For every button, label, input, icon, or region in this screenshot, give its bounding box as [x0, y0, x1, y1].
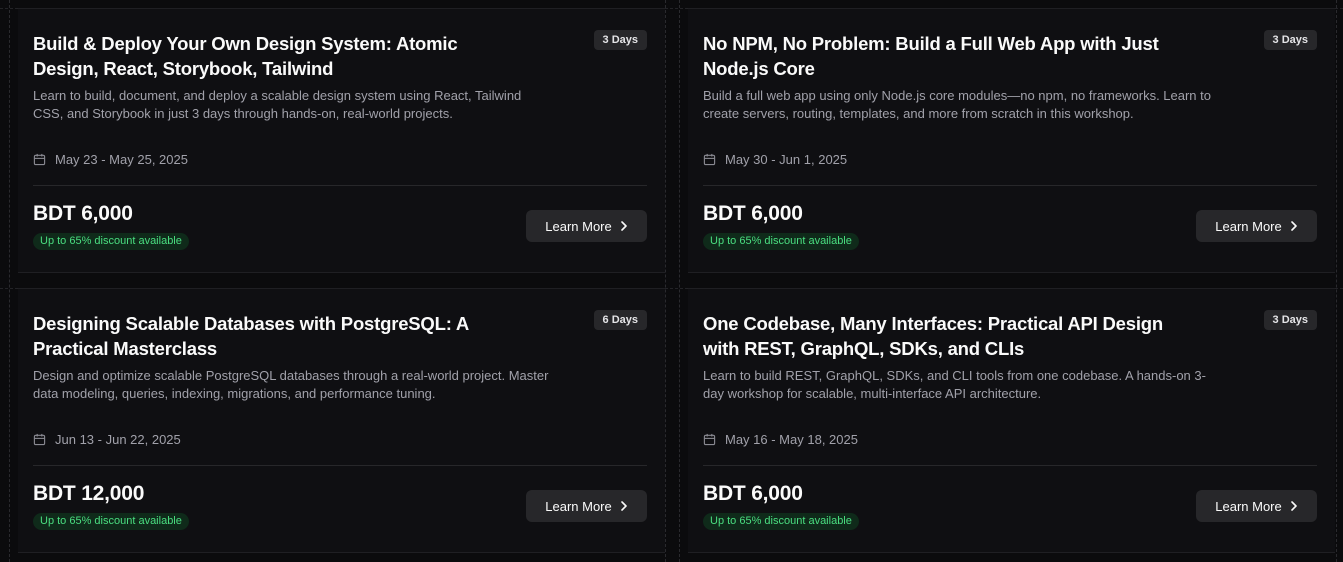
learn-more-label: Learn More [1215, 218, 1282, 234]
duration-badge: 3 Days [1263, 310, 1317, 330]
date-row: May 16 - May 18, 2025 [703, 432, 858, 447]
date-row: Jun 13 - Jun 22, 2025 [33, 432, 181, 447]
learn-more-label: Learn More [545, 498, 612, 514]
learn-more-button[interactable]: Learn More [1196, 490, 1317, 522]
course-date: May 30 - Jun 1, 2025 [725, 152, 848, 167]
learn-more-button[interactable]: Learn More [526, 210, 647, 242]
course-title: No NPM, No Problem: Build a Full Web App… [703, 33, 1159, 79]
discount-badge: Up to 65% discount available [33, 513, 189, 530]
learn-more-button[interactable]: Learn More [1196, 210, 1317, 242]
calendar-icon [703, 153, 716, 166]
calendar-icon [33, 433, 46, 446]
discount-badge: Up to 65% discount available [703, 513, 859, 530]
course-date: May 16 - May 18, 2025 [725, 432, 858, 447]
course-description: Learn to build REST, GraphQL, SDKs, and … [703, 368, 1206, 401]
learn-more-button[interactable]: Learn More [526, 490, 647, 522]
duration-badge: 3 Days [593, 30, 647, 50]
calendar-icon [33, 153, 46, 166]
chevron-right-icon [620, 221, 628, 231]
course-description: Design and optimize scalable PostgreSQL … [33, 368, 549, 401]
discount-badge: Up to 65% discount available [703, 233, 859, 250]
learn-more-label: Learn More [545, 218, 612, 234]
chevron-right-icon [620, 501, 628, 511]
course-title: One Codebase, Many Interfaces: Practical… [703, 313, 1163, 359]
calendar-icon [703, 433, 716, 446]
date-row: May 30 - Jun 1, 2025 [703, 152, 847, 167]
course-price: BDT 12,000 [33, 482, 145, 505]
grid-line [9, 0, 10, 562]
course-description: Build a full web app using only Node.js … [703, 88, 1211, 121]
duration-badge: 3 Days [1263, 30, 1317, 50]
course-date: Jun 13 - Jun 22, 2025 [55, 432, 181, 447]
course-title: Designing Scalable Databases with Postgr… [33, 313, 469, 359]
course-price: BDT 6,000 [33, 202, 133, 225]
chevron-right-icon [1290, 221, 1298, 231]
divider [33, 185, 647, 186]
date-row: May 23 - May 25, 2025 [33, 152, 188, 167]
divider [33, 465, 647, 466]
divider [703, 465, 1317, 466]
course-price: BDT 6,000 [703, 482, 803, 505]
course-title: Build & Deploy Your Own Design System: A… [33, 33, 458, 79]
grid-line [665, 0, 666, 562]
course-card[interactable]: Designing Scalable Databases with Postgr… [18, 288, 665, 553]
course-date: May 23 - May 25, 2025 [55, 152, 188, 167]
chevron-right-icon [1290, 501, 1298, 511]
learn-more-label: Learn More [1215, 498, 1282, 514]
grid-line [1336, 0, 1337, 562]
course-card[interactable]: One Codebase, Many Interfaces: Practical… [688, 288, 1335, 553]
divider [703, 185, 1317, 186]
course-card[interactable]: Build & Deploy Your Own Design System: A… [18, 8, 665, 273]
grid-line [679, 0, 680, 562]
discount-badge: Up to 65% discount available [33, 233, 189, 250]
course-card[interactable]: No NPM, No Problem: Build a Full Web App… [688, 8, 1335, 273]
course-description: Learn to build, document, and deploy a s… [33, 88, 522, 121]
course-price: BDT 6,000 [703, 202, 803, 225]
duration-badge: 6 Days [593, 310, 647, 330]
